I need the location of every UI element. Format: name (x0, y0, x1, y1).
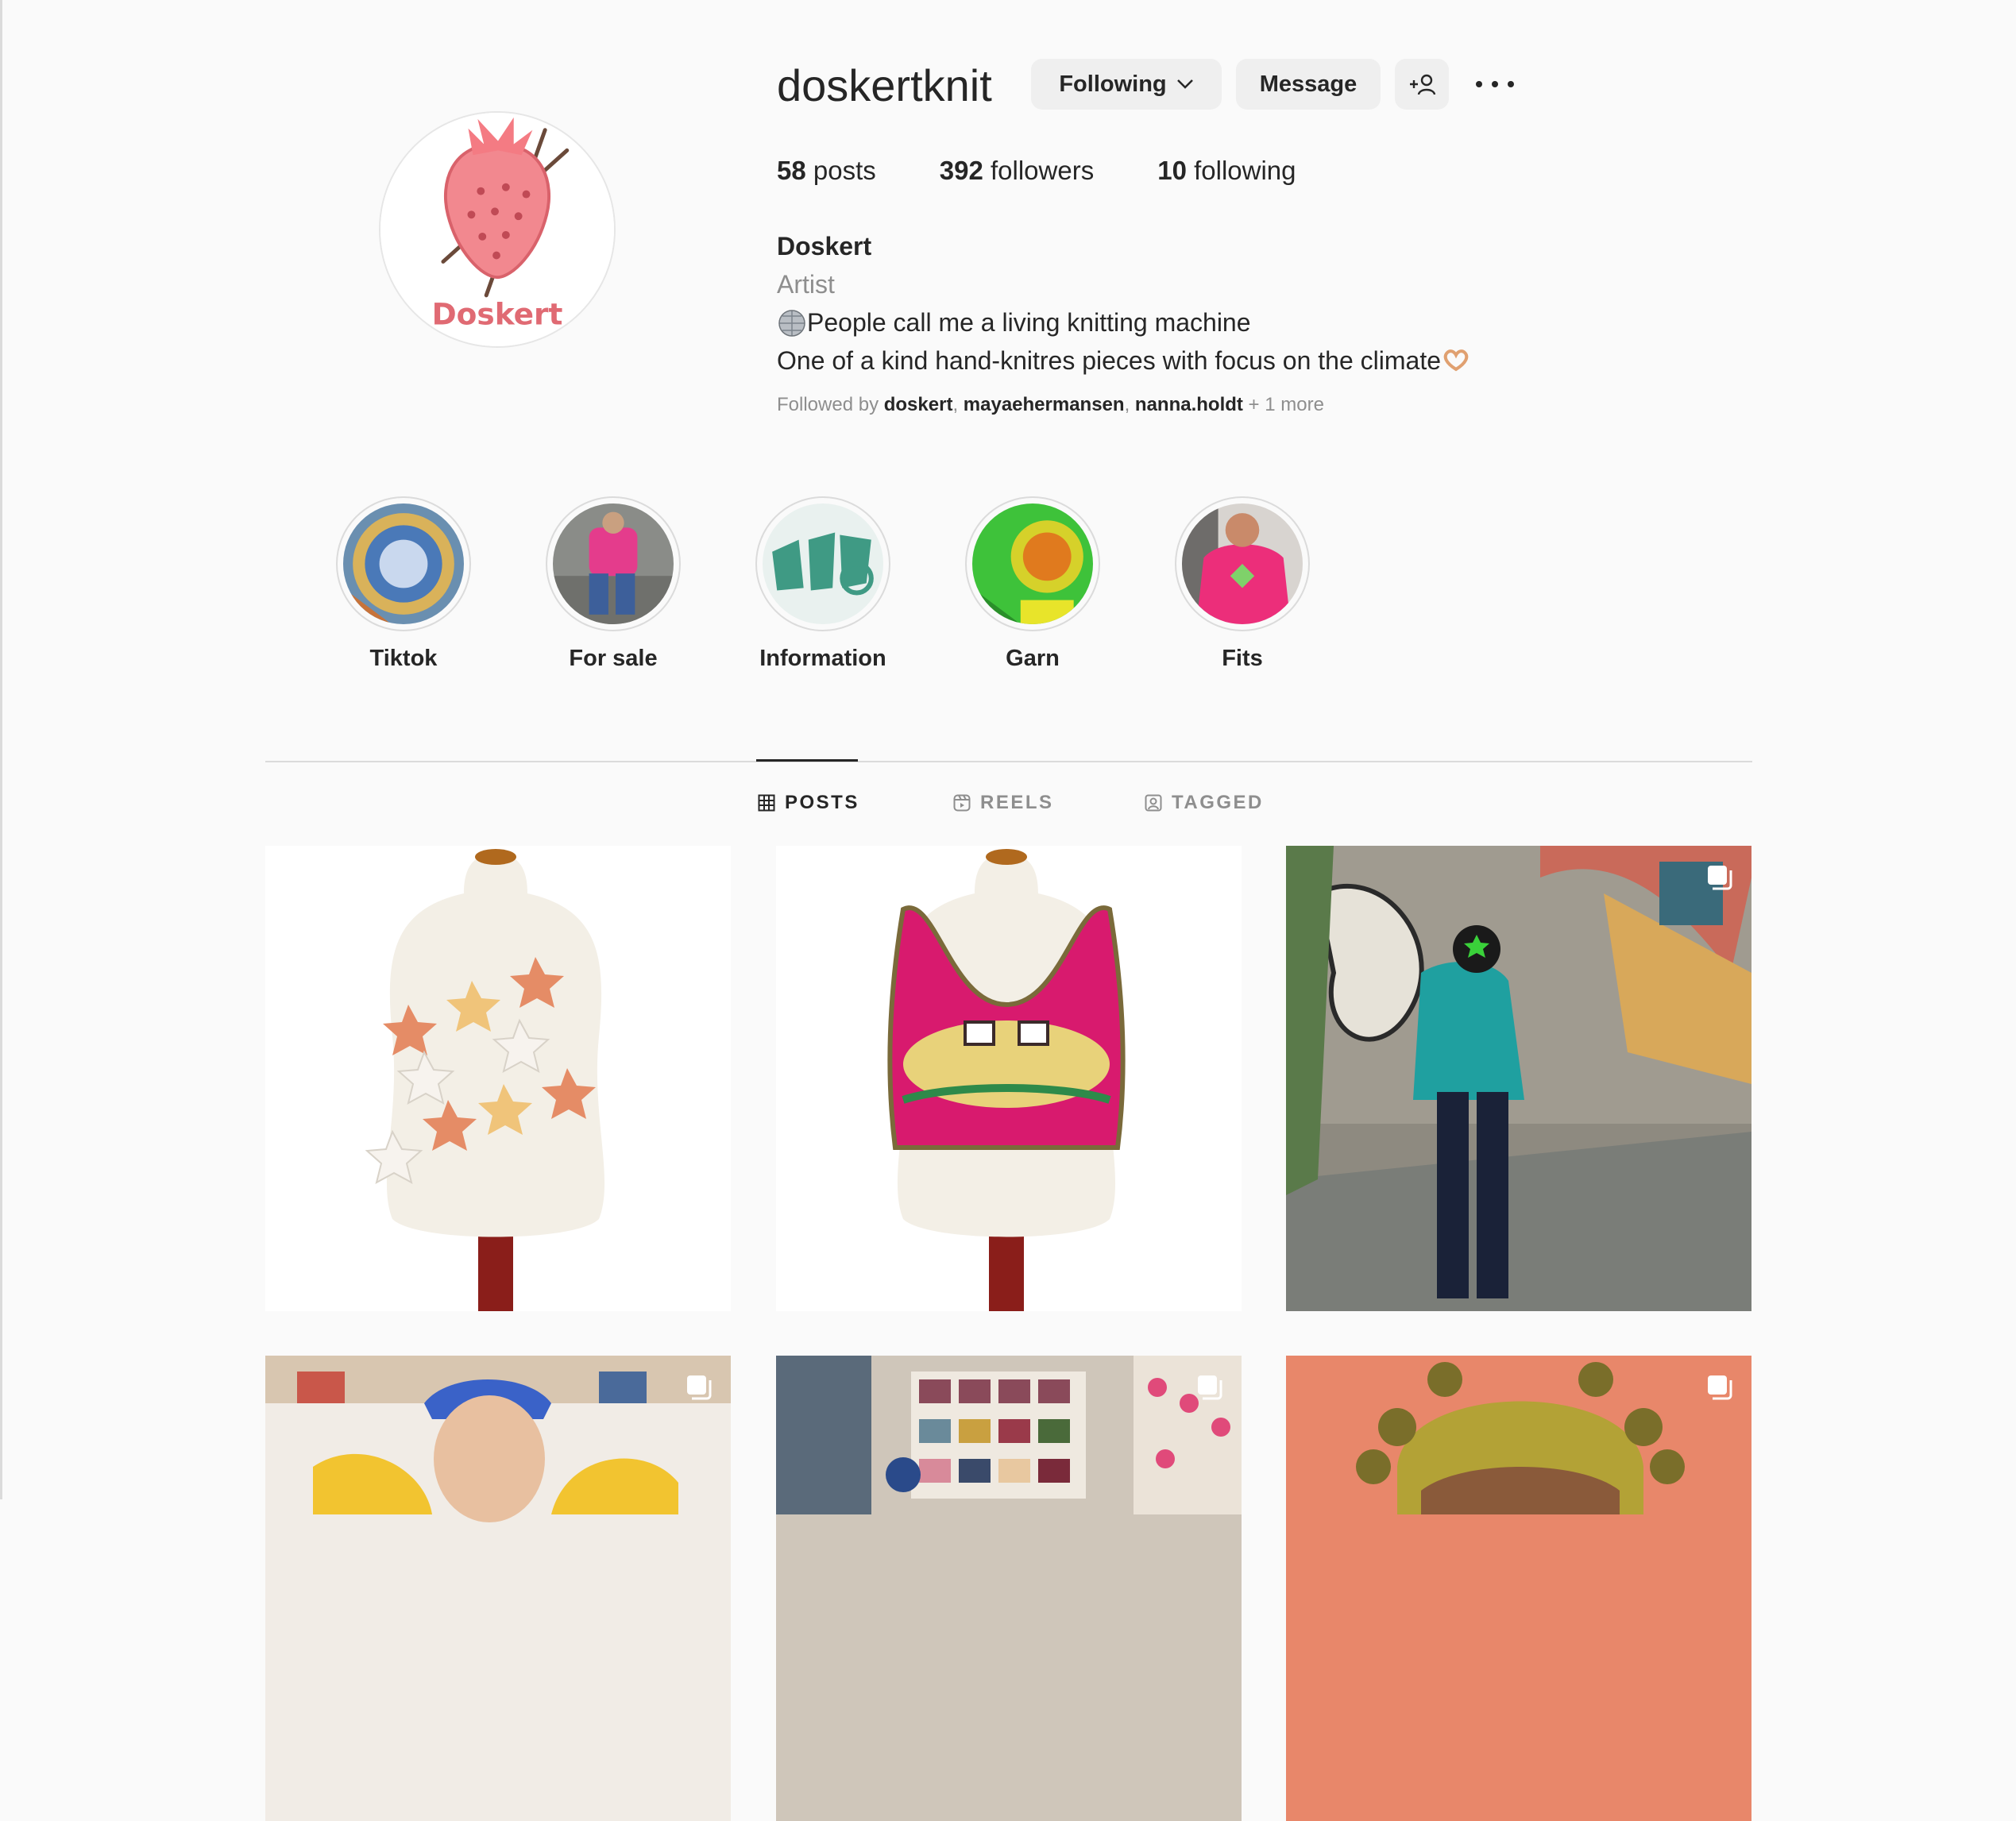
tab-reels[interactable]: REELS (953, 792, 1054, 814)
profile-category: Artist (777, 270, 835, 299)
profile-full-name: Doskert (777, 232, 872, 260)
strawberry-logo-icon: Doskert (380, 113, 614, 346)
highlight-label: Tiktok (369, 646, 438, 671)
chevron-down-icon (1176, 79, 1193, 89)
tabs-divider (265, 761, 1752, 762)
message-button[interactable]: Message (1236, 59, 1381, 110)
followed-by[interactable]: Followed by doskert, mayaehermansen, nan… (777, 394, 1324, 416)
highlight-fits[interactable]: Fits (1175, 496, 1310, 672)
highlight-label: For sale (569, 646, 658, 671)
posts-count: 58 posts (777, 156, 876, 185)
tab-label: POSTS (785, 792, 859, 813)
followed-by-user-1[interactable]: doskert (884, 394, 953, 415)
post-image (1286, 846, 1751, 1311)
bio-line-2: One of a kind hand-knitres pieces with f… (777, 341, 1471, 380)
profile-avatar[interactable]: Doskert (379, 111, 616, 348)
highlight-thumbnail (553, 503, 674, 624)
post-image (776, 846, 1242, 1311)
tab-label: TAGGED (1172, 792, 1264, 813)
highlight-label: Garn (1006, 646, 1060, 671)
heart-hands-icon (1443, 349, 1469, 372)
following-button-label: Following (1059, 71, 1167, 97)
post-tile[interactable] (776, 846, 1242, 1311)
highlight-tiktok[interactable]: Tiktok (336, 496, 471, 672)
post-image (776, 1356, 1242, 1821)
post-image (1286, 1356, 1751, 1821)
grid-icon (758, 794, 775, 812)
add-user-icon (1410, 74, 1436, 95)
following-button[interactable]: Following (1031, 59, 1222, 110)
tab-tagged[interactable]: TAGGED (1145, 792, 1264, 814)
post-tile[interactable] (1286, 846, 1751, 1311)
followed-by-user-2[interactable]: mayaehermansen (964, 394, 1125, 415)
post-tile[interactable] (776, 1356, 1242, 1821)
highlight-label: Fits (1222, 646, 1263, 671)
carousel-icon (1708, 866, 1732, 890)
post-tile[interactable] (1286, 1356, 1751, 1821)
post-image (265, 1356, 731, 1821)
profile-stats: 58 posts 392 followers 10 following (777, 156, 1360, 186)
tagged-icon (1145, 794, 1162, 812)
post-tile[interactable] (265, 846, 731, 1311)
tab-label: REELS (980, 792, 1054, 813)
followers-link[interactable]: 392 followers (940, 156, 1094, 186)
profile-username: doskertknit (777, 60, 992, 110)
highlight-thumbnail (763, 503, 883, 624)
followed-by-user-3[interactable]: nanna.holdt (1135, 394, 1243, 415)
suggest-users-button[interactable] (1395, 59, 1449, 110)
disco-ball-icon (778, 310, 805, 337)
more-options-icon[interactable] (1476, 68, 1514, 100)
highlight-label: Information (759, 646, 886, 671)
svg-text:Doskert: Doskert (432, 296, 563, 331)
highlight-thumbnail (1182, 503, 1303, 624)
highlight-for-sale[interactable]: For sale (546, 496, 681, 672)
highlight-thumbnail (972, 503, 1093, 624)
reels-icon (953, 794, 971, 812)
carousel-icon (1198, 1375, 1222, 1400)
tab-posts[interactable]: POSTS (758, 792, 859, 814)
profile-bio: Doskert Artist People call me a living k… (777, 227, 1471, 380)
highlight-thumbnail (343, 503, 464, 624)
bio-line-1: People call me a living knitting machine (777, 303, 1471, 341)
post-tile[interactable] (265, 1356, 731, 1821)
message-button-label: Message (1259, 71, 1358, 97)
post-image (265, 846, 731, 1311)
carousel-icon (1708, 1375, 1732, 1400)
following-link[interactable]: 10 following (1157, 156, 1296, 186)
highlight-information[interactable]: Information (755, 496, 890, 672)
window-edge (0, 0, 2, 1499)
active-tab-indicator (756, 759, 858, 762)
carousel-icon (687, 1375, 712, 1400)
highlight-garn[interactable]: Garn (965, 496, 1100, 672)
